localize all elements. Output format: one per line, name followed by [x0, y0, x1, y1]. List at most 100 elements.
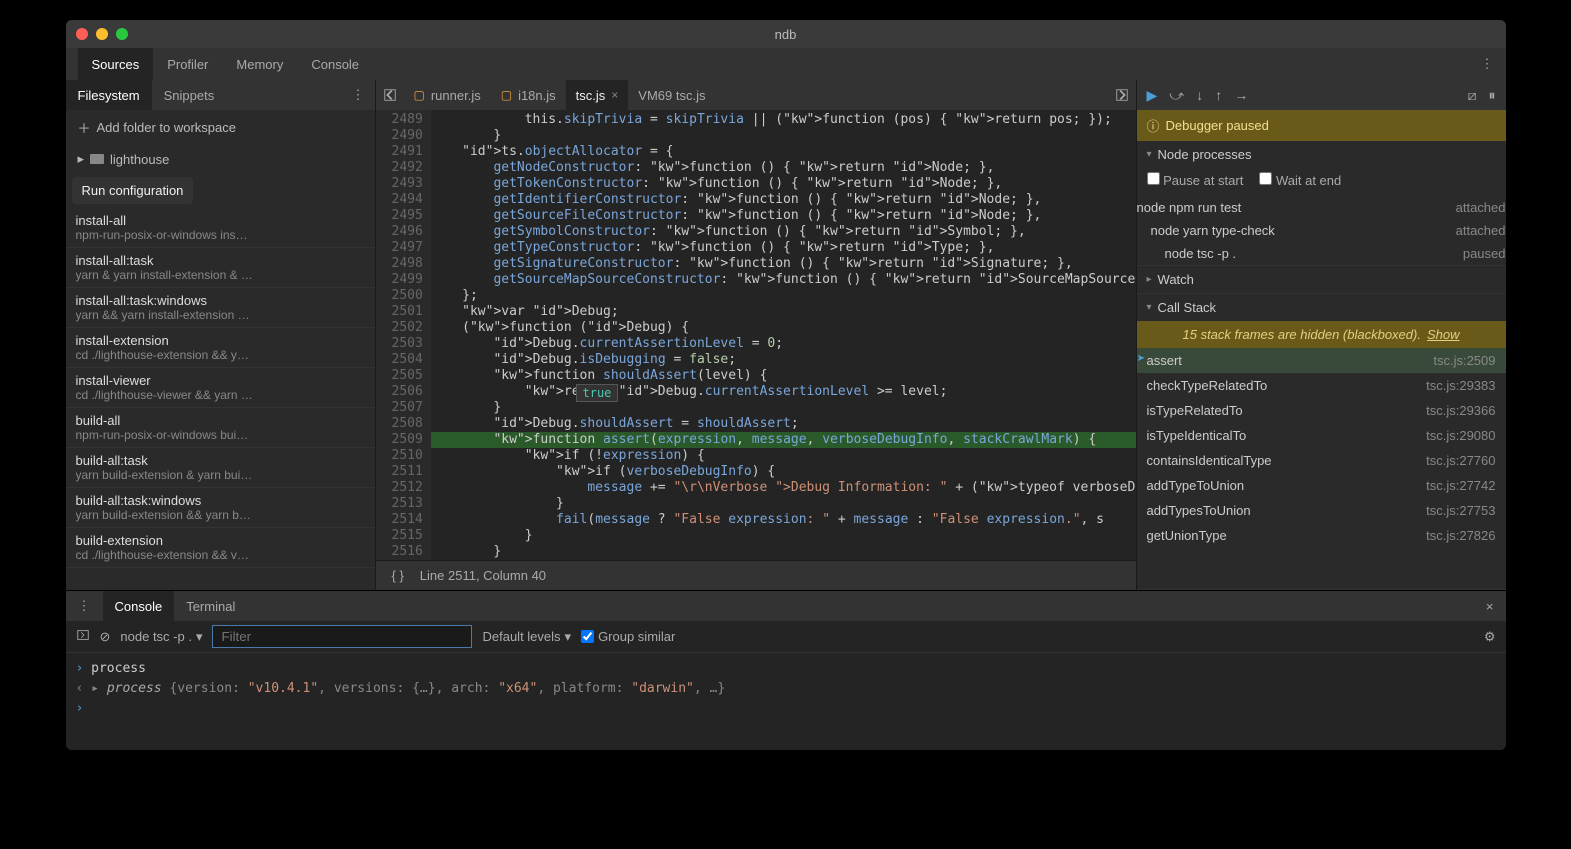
- pretty-print-icon[interactable]: { }: [392, 568, 404, 583]
- group-similar-checkbox[interactable]: Group similar: [581, 629, 675, 644]
- script-item[interactable]: install-all:taskyarn & yarn install-exte…: [66, 248, 375, 288]
- frame-location: tsc.js:27742: [1426, 478, 1495, 493]
- pause-at-start-checkbox[interactable]: Pause at start: [1147, 172, 1244, 188]
- sidebar: Filesystem Snippets ⋮ ＋ Add folder to wo…: [66, 80, 376, 590]
- script-item[interactable]: build-allnpm-run-posix-or-windows bui…: [66, 408, 375, 448]
- tab-console[interactable]: Console: [297, 48, 373, 80]
- file-tab-vm69[interactable]: VM69 tsc.js: [628, 80, 715, 110]
- checkbox-label: Pause at start: [1163, 173, 1243, 188]
- script-name: build-extension: [76, 533, 365, 548]
- console-output[interactable]: › process‹ ▸ process {version: "v10.4.1"…: [66, 653, 1506, 750]
- pause-exceptions-icon[interactable]: ⏸: [1489, 87, 1496, 104]
- add-folder-button[interactable]: ＋ Add folder to workspace: [66, 110, 375, 145]
- file-tab-tsc[interactable]: tsc.js×: [566, 80, 629, 110]
- file-tab-runner[interactable]: ▢runner.js: [404, 80, 491, 110]
- script-item[interactable]: build-extensioncd ./lighthouse-extension…: [66, 528, 375, 568]
- script-name: install-viewer: [76, 373, 365, 388]
- file-tab-i18n[interactable]: ▢i18n.js: [491, 80, 566, 110]
- drawer-menu-icon[interactable]: ⋮: [66, 591, 103, 621]
- script-cmd: yarn build-extension && yarn b…: [76, 508, 365, 522]
- close-icon[interactable]: ×: [611, 88, 618, 102]
- console-toolbar: ⊘ node tsc -p . ▾ Default levels ▾ Group…: [66, 621, 1506, 653]
- script-item[interactable]: install-extensioncd ./lighthouse-extensi…: [66, 328, 375, 368]
- console-line[interactable]: › process: [76, 659, 1496, 679]
- gutter: 2489249024912492249324942495249624972498…: [376, 110, 431, 560]
- frame-name: checkTypeRelatedTo: [1147, 378, 1268, 393]
- tab-filesystem[interactable]: Filesystem: [66, 80, 152, 110]
- deactivate-breakpoints-icon[interactable]: ⧄: [1468, 87, 1477, 104]
- checkbox-label: Group similar: [598, 629, 675, 644]
- step-out-icon[interactable]: ↑: [1215, 87, 1222, 103]
- stack-frame[interactable]: addTypesToUniontsc.js:27753: [1137, 498, 1506, 523]
- frame-location: tsc.js:29366: [1426, 403, 1495, 418]
- section-title: Node processes: [1158, 147, 1252, 162]
- wait-at-end-checkbox[interactable]: Wait at end: [1259, 172, 1341, 188]
- stack-frame[interactable]: addTypeToUniontsc.js:27742: [1137, 473, 1506, 498]
- context-label: node tsc -p .: [120, 629, 192, 644]
- frame-name: isTypeIdenticalTo: [1147, 428, 1247, 443]
- script-cmd: npm-run-posix-or-windows ins…: [76, 228, 365, 242]
- node-processes-header[interactable]: ▾ Node processes: [1137, 141, 1506, 168]
- script-cmd: cd ./lighthouse-extension && v…: [76, 548, 365, 562]
- script-item[interactable]: install-all:task:windowsyarn && yarn ins…: [66, 288, 375, 328]
- tab-memory[interactable]: Memory: [222, 48, 297, 80]
- stack-frame[interactable]: getUnionTypetsc.js:27826: [1137, 523, 1506, 548]
- tab-terminal[interactable]: Terminal: [174, 591, 247, 621]
- console-line[interactable]: ‹ ▸ process {version: "v10.4.1", version…: [76, 679, 1496, 699]
- tab-console-drawer[interactable]: Console: [103, 591, 175, 621]
- watch-header[interactable]: ▸Watch: [1137, 266, 1506, 293]
- stack-frame[interactable]: isTypeRelatedTo tsc.js:29366: [1137, 398, 1506, 423]
- process-status: paused: [1463, 246, 1506, 261]
- chevron-right-icon: ▸: [78, 151, 85, 167]
- tab-profiler[interactable]: Profiler: [153, 48, 222, 80]
- script-item[interactable]: install-viewercd ./lighthouse-viewer && …: [66, 368, 375, 408]
- step-over-icon[interactable]: ⤻: [1169, 87, 1184, 104]
- stack-frame[interactable]: containsIdenticalTypetsc.js:27760: [1137, 448, 1506, 473]
- sidebar-menu-icon[interactable]: ⋮: [342, 80, 375, 110]
- toggle-sidebar-icon[interactable]: [76, 628, 90, 645]
- step-into-icon[interactable]: ↓: [1196, 87, 1203, 103]
- code-area[interactable]: this.skipTrivia = skipTrivia || ("kw">fu…: [431, 110, 1136, 560]
- tab-sources[interactable]: Sources: [78, 48, 154, 80]
- script-item[interactable]: build-all:taskyarn build-extension & yar…: [66, 448, 375, 488]
- window-title: ndb: [66, 27, 1506, 42]
- frame-location: tsc.js:27753: [1426, 503, 1495, 518]
- chevron-down-icon: ▾: [196, 629, 203, 645]
- show-navigator-icon[interactable]: [1108, 80, 1136, 110]
- clear-console-icon[interactable]: ⊘: [100, 629, 111, 645]
- close-drawer-icon[interactable]: ×: [1474, 591, 1506, 621]
- debugger-panel: ▶ ⤻ ↓ ↑ → ⧄ ⏸ ⓘ Debugger paused ▾Node pr…: [1136, 80, 1506, 590]
- resume-icon[interactable]: ▶: [1147, 87, 1158, 104]
- script-item[interactable]: install-allnpm-run-posix-or-windows ins…: [66, 208, 375, 248]
- call-stack-header[interactable]: ▾Call Stack: [1137, 294, 1506, 321]
- main-menu-icon[interactable]: ⋮: [1469, 48, 1506, 80]
- chevron-down-icon: ▾: [1147, 149, 1152, 160]
- script-cmd: cd ./lighthouse-extension && y…: [76, 348, 365, 362]
- process-item[interactable]: node yarn type-checkattached: [1137, 219, 1506, 242]
- editor-status: { } Line 2511, Column 40: [376, 560, 1136, 590]
- script-name: build-all: [76, 413, 365, 428]
- file-tab-label: i18n.js: [518, 88, 556, 103]
- tab-snippets[interactable]: Snippets: [152, 80, 227, 110]
- script-name: build-all:task:windows: [76, 493, 365, 508]
- log-levels-selector[interactable]: Default levels ▾: [482, 629, 571, 645]
- gear-icon[interactable]: ⚙: [1484, 629, 1496, 645]
- tree-item-lighthouse[interactable]: ▸ lighthouse: [66, 145, 375, 173]
- script-item[interactable]: build-all:task:windowsyarn build-extensi…: [66, 488, 375, 528]
- stack-frame[interactable]: isTypeIdenticalTotsc.js:29080: [1137, 423, 1506, 448]
- process-item[interactable]: node npm run testattached: [1137, 196, 1506, 219]
- filter-input[interactable]: [212, 625, 472, 648]
- process-item[interactable]: node tsc -p .paused: [1137, 242, 1506, 265]
- stack-frame[interactable]: checkTypeRelatedTotsc.js:29383: [1137, 373, 1506, 398]
- step-icon[interactable]: →: [1234, 87, 1248, 103]
- frame-name: isTypeRelatedTo: [1147, 403, 1243, 418]
- debugger-toolbar: ▶ ⤻ ↓ ↑ → ⧄ ⏸: [1137, 80, 1506, 110]
- show-link[interactable]: Show: [1427, 327, 1460, 342]
- console-prompt[interactable]: ›: [76, 699, 1496, 719]
- code-editor[interactable]: 2489249024912492249324942495249624972498…: [376, 110, 1136, 560]
- nav-back-icon[interactable]: [376, 80, 404, 110]
- value-tooltip: true: [576, 384, 619, 402]
- context-selector[interactable]: node tsc -p . ▾: [120, 629, 202, 645]
- frame-location: tsc.js:27760: [1426, 453, 1495, 468]
- stack-frame[interactable]: asserttsc.js:2509: [1137, 348, 1506, 373]
